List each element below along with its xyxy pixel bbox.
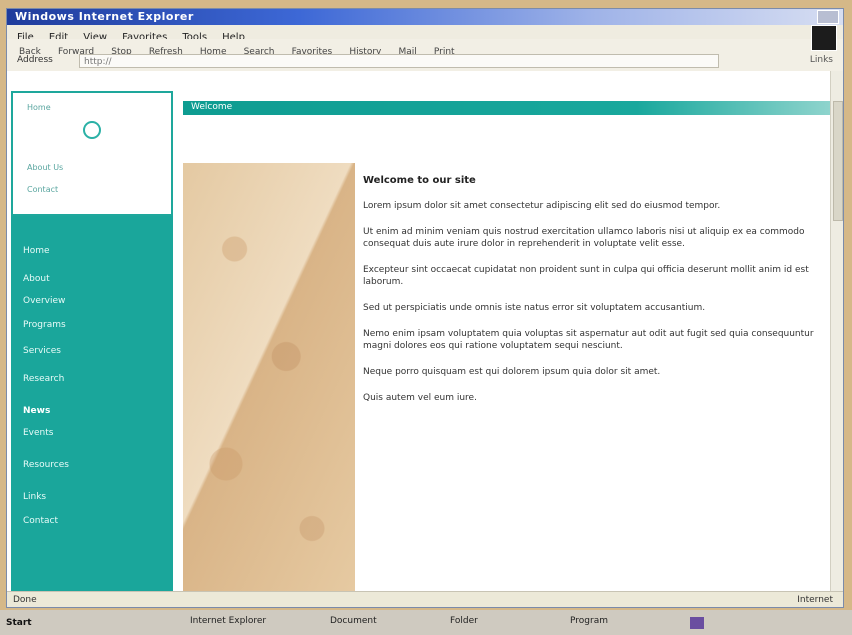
sidebar-item-links[interactable]: Links (23, 492, 46, 502)
sidebar-item-contact[interactable]: Contact (23, 516, 58, 526)
sidebar-item-about[interactable]: About (23, 274, 50, 284)
logo-line-2[interactable]: About Us (27, 163, 63, 172)
taskbar-item-program[interactable]: Program (570, 616, 608, 626)
sidebar-item-overview[interactable]: Overview (23, 296, 65, 306)
logo-icon (83, 121, 101, 139)
toolbar: Back Forward Stop Refresh Home Search Fa… (7, 25, 843, 72)
decorative-image (183, 163, 355, 591)
content-header-bar: Welcome (183, 101, 831, 115)
throbber-icon (811, 25, 837, 51)
sidebar-item-events[interactable]: Events (23, 428, 53, 438)
sidebar-item-services[interactable]: Services (23, 346, 61, 356)
site-logo-box: Home About Us Contact (11, 91, 173, 216)
article-title: Welcome to our site (363, 175, 476, 186)
taskbar-item-browser[interactable]: Internet Explorer (190, 616, 266, 626)
scrollbar-thumb[interactable] (833, 101, 843, 221)
article-paragraph: Sed ut perspiciatis unde omnis iste natu… (363, 303, 706, 313)
tray-icon[interactable] (690, 617, 704, 629)
menu-bar: File Edit View Favorites Tools Help (7, 25, 843, 43)
title-bar[interactable]: Windows Internet Explorer (7, 9, 843, 25)
sidebar-item-research[interactable]: Research (23, 374, 64, 384)
article-paragraph: Quis autem vel eum iure. (363, 393, 477, 403)
content-header-title: Welcome (191, 102, 233, 112)
taskbar-item-document[interactable]: Document (330, 616, 377, 626)
sidebar: Home About Us Contact Home About Overvie… (11, 91, 173, 591)
sidebar-item-programs[interactable]: Programs (23, 320, 66, 330)
address-input[interactable]: http:// (79, 54, 719, 68)
article-paragraph: Excepteur sint occaecat cupidatat non pr… (363, 265, 809, 287)
sidebar-item-resources[interactable]: Resources (23, 460, 69, 470)
sidebar-item-news[interactable]: News (23, 406, 50, 416)
sidebar-item-home[interactable]: Home (23, 246, 50, 256)
status-bar: Done Internet (7, 591, 843, 607)
logo-line-3[interactable]: Contact (27, 185, 58, 194)
article: Welcome to our site Lorem ipsum dolor si… (363, 175, 823, 418)
links-button[interactable]: Links (810, 55, 833, 65)
status-zone: Internet (797, 595, 833, 605)
start-button[interactable]: Start (6, 615, 52, 631)
window-title: Windows Internet Explorer (15, 10, 194, 23)
article-paragraph: Ut enim ad minim veniam quis nostrud exe… (363, 227, 805, 249)
page-viewport: Home About Us Contact Home About Overvie… (7, 71, 843, 591)
vertical-scrollbar[interactable] (830, 71, 843, 591)
taskbar: Start Internet Explorer Document Folder … (0, 610, 852, 635)
status-text: Done (13, 595, 37, 605)
window-close-button[interactable] (817, 10, 839, 24)
browser-window: Windows Internet Explorer File Edit View… (6, 8, 844, 608)
taskbar-item-folder[interactable]: Folder (450, 616, 478, 626)
article-paragraph: Neque porro quisquam est qui dolorem ips… (363, 367, 661, 377)
article-paragraph: Nemo enim ipsam voluptatem quia voluptas… (363, 329, 814, 351)
article-paragraph: Lorem ipsum dolor sit amet consectetur a… (363, 201, 721, 211)
logo-line-1[interactable]: Home (27, 103, 51, 112)
sidebar-nav: Home About Overview Programs Services Re… (11, 216, 173, 591)
address-label: Address (17, 55, 53, 65)
